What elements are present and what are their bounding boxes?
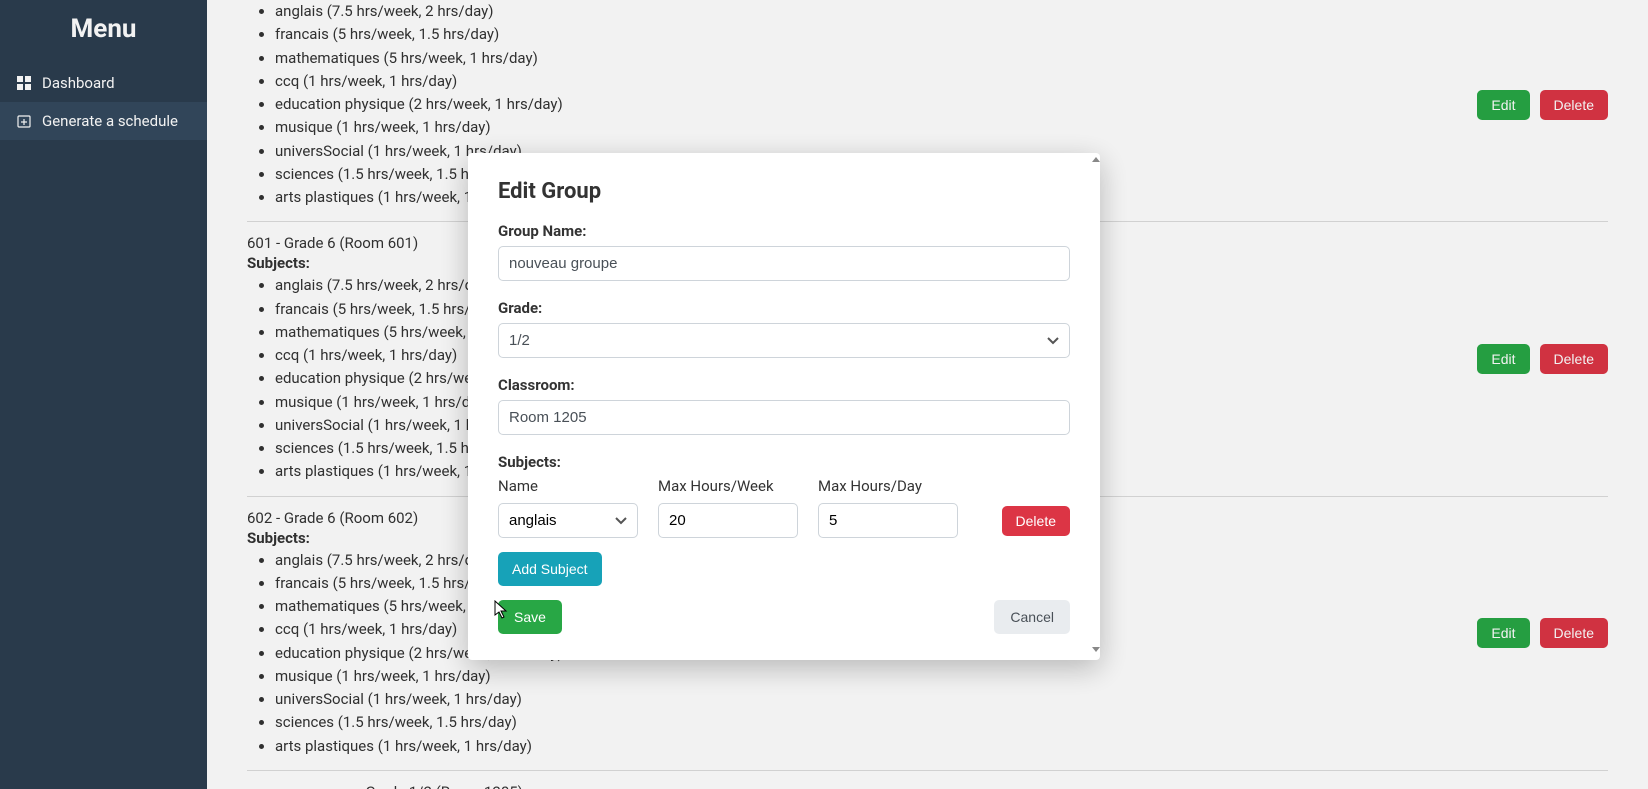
classroom-input[interactable] xyxy=(498,400,1070,435)
grade-label: Grade: xyxy=(498,299,1070,317)
col-hours-day-header: Max Hours/Day xyxy=(818,477,958,495)
group-name-input[interactable] xyxy=(498,246,1070,281)
classroom-label: Classroom: xyxy=(498,376,1070,394)
add-subject-button[interactable]: Add Subject xyxy=(498,552,602,586)
scroll-up-icon[interactable] xyxy=(1092,157,1100,162)
scroll-down-icon[interactable] xyxy=(1092,647,1100,652)
subjects-section-label: Subjects: xyxy=(498,453,1070,471)
cancel-button[interactable]: Cancel xyxy=(994,600,1070,634)
modal-overlay[interactable]: Edit Group Group Name: Grade: 1/2 Classr… xyxy=(0,0,1648,789)
modal-title: Edit Group xyxy=(498,179,1070,204)
subject-name-select[interactable]: anglais xyxy=(498,503,638,538)
subject-row: anglais Delete xyxy=(498,503,1070,538)
max-hours-day-input[interactable] xyxy=(818,503,958,538)
edit-group-modal: Edit Group Group Name: Grade: 1/2 Classr… xyxy=(468,153,1100,660)
col-hours-week-header: Max Hours/Week xyxy=(658,477,798,495)
subject-headers: Name Max Hours/Week Max Hours/Day xyxy=(498,477,1070,495)
group-name-label: Group Name: xyxy=(498,222,1070,240)
max-hours-week-input[interactable] xyxy=(658,503,798,538)
save-button[interactable]: Save xyxy=(498,600,562,634)
grade-select[interactable]: 1/2 xyxy=(498,323,1070,358)
col-name-header: Name xyxy=(498,477,638,495)
delete-subject-button[interactable]: Delete xyxy=(1002,506,1070,536)
